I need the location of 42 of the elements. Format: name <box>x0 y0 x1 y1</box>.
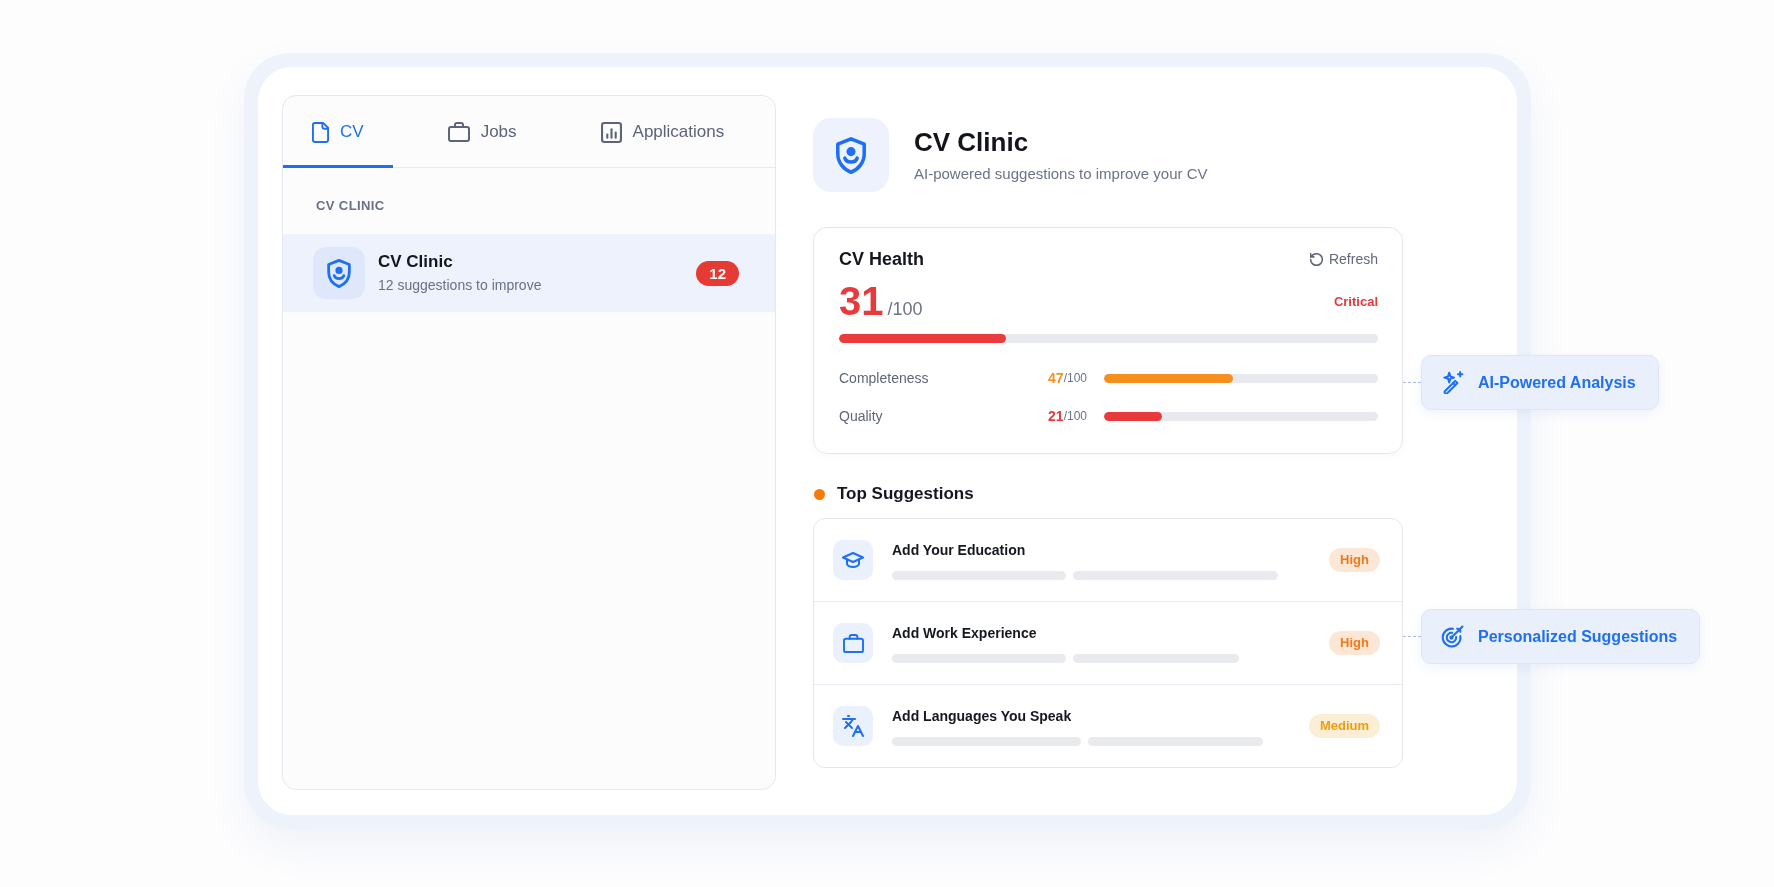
callout-text: AI-Powered Analysis <box>1478 373 1636 392</box>
dot-icon <box>814 488 825 500</box>
metric-max: /100 <box>1063 371 1087 385</box>
target-icon <box>1441 625 1464 648</box>
tab[interactable]: Jobs <box>418 96 546 168</box>
priority-badge: High <box>1329 631 1380 655</box>
callout-text: Personalized Suggestions <box>1478 627 1678 646</box>
shield-icon <box>313 247 365 299</box>
score-max: /100 <box>887 299 923 320</box>
suggestion-title: Add Work Experience <box>892 623 1037 642</box>
page-title: CV Clinic <box>914 127 1029 157</box>
suggestion-title: Add Your Education <box>892 540 1026 559</box>
card-title: CV Health <box>839 248 925 270</box>
refresh-button[interactable]: Refresh <box>1309 251 1378 267</box>
item-subtitle: 12 suggestions to improve <box>378 277 542 294</box>
metric-score: 47 <box>1048 370 1064 386</box>
page-subtitle: AI-powered suggestions to improve your CV <box>914 165 1208 183</box>
sparkles-wand-icon <box>1441 371 1464 394</box>
score-value: 31 <box>839 279 884 323</box>
graduation-cap-icon <box>833 540 873 580</box>
briefcase-icon <box>833 623 873 663</box>
document-icon <box>312 121 329 143</box>
section-label: CV CLINIC <box>316 198 385 214</box>
bar-chart-icon <box>600 121 622 143</box>
count-badge: 12 <box>696 260 739 286</box>
tab[interactable]: CV <box>283 96 393 168</box>
metric-score: 21 <box>1048 408 1064 424</box>
refresh-icon <box>1309 252 1323 266</box>
translate-icon <box>833 706 873 746</box>
metric-max: /100 <box>1063 409 1087 423</box>
priority-badge: High <box>1329 548 1380 572</box>
priority-badge: Medium <box>1308 714 1380 738</box>
metric-label: Completeness <box>839 370 929 386</box>
metric-label: Quality <box>839 408 883 424</box>
section-title: Top Suggestions <box>837 484 974 504</box>
shield-icon <box>813 118 889 192</box>
sidebar-item[interactable]: CV Clinic 12 suggestions to improve 12 <box>283 234 775 312</box>
item-title: CV Clinic <box>378 252 454 272</box>
suggestion-title: Add Languages You Speak <box>892 706 1072 725</box>
status-label: Critical <box>1333 293 1378 309</box>
briefcase-icon <box>447 122 470 142</box>
tab[interactable]: Applications <box>571 96 754 168</box>
